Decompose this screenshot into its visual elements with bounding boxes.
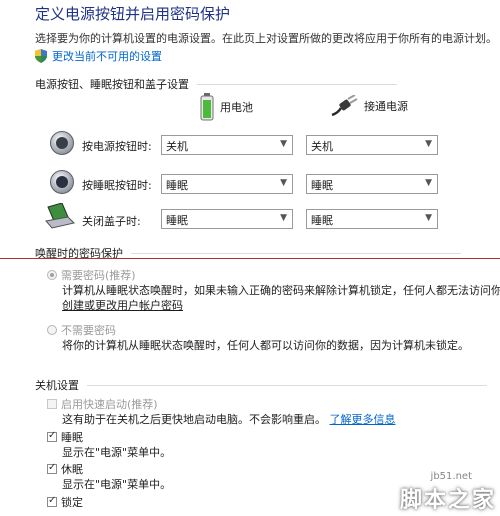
buttons-section-title: 电源按钮、睡眠按钮和盖子设置 [35,76,397,92]
power-button-label: 按电源按钮时: [82,140,152,153]
chevron-down-icon: ▼ [280,178,287,188]
red-divider-line [0,258,500,259]
power-button-battery-select[interactable]: 关机 ▼ [161,135,293,155]
watermark-brand: 脚本之家 [399,488,496,513]
section-divider [197,83,397,85]
sleep-button-label: 按睡眠按钮时: [82,179,152,192]
require-password-radio[interactable] [47,270,57,280]
laptop-lid-icon [45,203,75,229]
require-password-label: 需要密码(推荐) [61,269,136,282]
page-subtitle: 选择要为你的计算机设置的电源设置。在此页上对设置所做的更改将应用于你所有的电源计… [35,32,497,45]
fast-startup-checkbox[interactable] [47,399,57,409]
plugged-column-header: 接通电源 [330,95,408,117]
select-value: 关机 [166,140,188,153]
lid-close-plugged-select[interactable]: 睡眠 ▼ [306,209,438,229]
battery-column-header: 用电池 [200,93,253,121]
lock-option[interactable]: 锁定 [47,494,83,510]
fast-startup-label: 启用快速启动(推荐) [61,398,158,411]
plugged-column-label: 接通电源 [364,100,408,113]
select-value: 睡眠 [166,214,188,227]
hibernate-label: 休眠 [61,463,83,476]
chevron-down-icon: ▼ [425,178,432,188]
learn-more-link[interactable]: 了解更多信息 [330,413,396,426]
require-password-option[interactable]: 需要密码(推荐) [47,267,136,283]
sleep-label: 睡眠 [61,431,83,444]
chevron-down-icon: ▼ [425,139,432,149]
no-password-option[interactable]: 不需要密码 [47,322,116,338]
page-title: 定义电源按钮并启用密码保护 [35,5,231,23]
no-password-radio[interactable] [47,325,57,335]
shutdown-section-title: 关机设置 [35,377,487,393]
sleep-option[interactable]: 睡眠 [47,429,83,445]
uac-shield-icon [35,49,47,63]
fast-startup-option[interactable]: 启用快速启动(推荐) [47,396,158,412]
chevron-down-icon: ▼ [280,213,287,223]
hibernate-description: 显示在"电源"菜单中。 [62,478,172,491]
sleep-button-battery-select[interactable]: 睡眠 ▼ [161,174,293,194]
sleep-button-plugged-select[interactable]: 睡眠 ▼ [306,174,438,194]
buttons-section-label: 电源按钮、睡眠按钮和盖子设置 [35,78,189,91]
sleep-button-icon [50,170,74,194]
require-password-description: 计算机从睡眠状态唤醒时，如果未输入正确的密码来解除计算机锁定，任何人都无法访问你… [62,284,500,297]
lid-close-battery-select[interactable]: 睡眠 ▼ [161,209,293,229]
shutdown-section-label: 关机设置 [35,379,79,392]
chevron-down-icon: ▼ [280,139,287,149]
change-unavailable-settings-link[interactable]: 更改当前不可用的设置 [35,48,162,64]
fast-startup-desc-text: 这有助于在关机之后更快地启动电脑。不会影响重启。 [62,413,326,426]
change-user-password-link[interactable]: 创建或更改用户帐户密码 [62,297,183,313]
hibernate-checkbox[interactable] [47,462,57,474]
battery-icon [200,93,214,121]
chevron-down-icon: ▼ [425,213,432,223]
lock-label: 锁定 [61,496,83,509]
power-button-icon [50,131,74,155]
battery-column-label: 用电池 [220,101,253,114]
lock-checkbox[interactable] [47,495,57,507]
power-plug-icon [331,95,358,117]
section-divider [87,384,487,386]
lid-close-label: 关闭盖子时: [82,215,141,228]
sleep-description: 显示在"电源"菜单中。 [62,446,172,459]
select-value: 睡眠 [166,179,188,192]
hibernate-option[interactable]: 休眠 [47,461,83,477]
select-value: 睡眠 [311,179,333,192]
watermark-site: jb51.net [430,471,472,482]
no-password-description: 将你的计算机从睡眠状态唤醒时，任何人都可以访问你的数据，因为计算机未锁定。 [62,339,469,352]
sleep-checkbox[interactable] [47,430,57,442]
change-unavailable-settings-label: 更改当前不可用的设置 [52,50,162,63]
no-password-label: 不需要密码 [61,324,116,337]
select-value: 关机 [311,140,333,153]
section-divider [131,252,461,254]
power-button-plugged-select[interactable]: 关机 ▼ [306,135,438,155]
fast-startup-description: 这有助于在关机之后更快地启动电脑。不会影响重启。 了解更多信息 [62,411,396,427]
select-value: 睡眠 [311,214,333,227]
